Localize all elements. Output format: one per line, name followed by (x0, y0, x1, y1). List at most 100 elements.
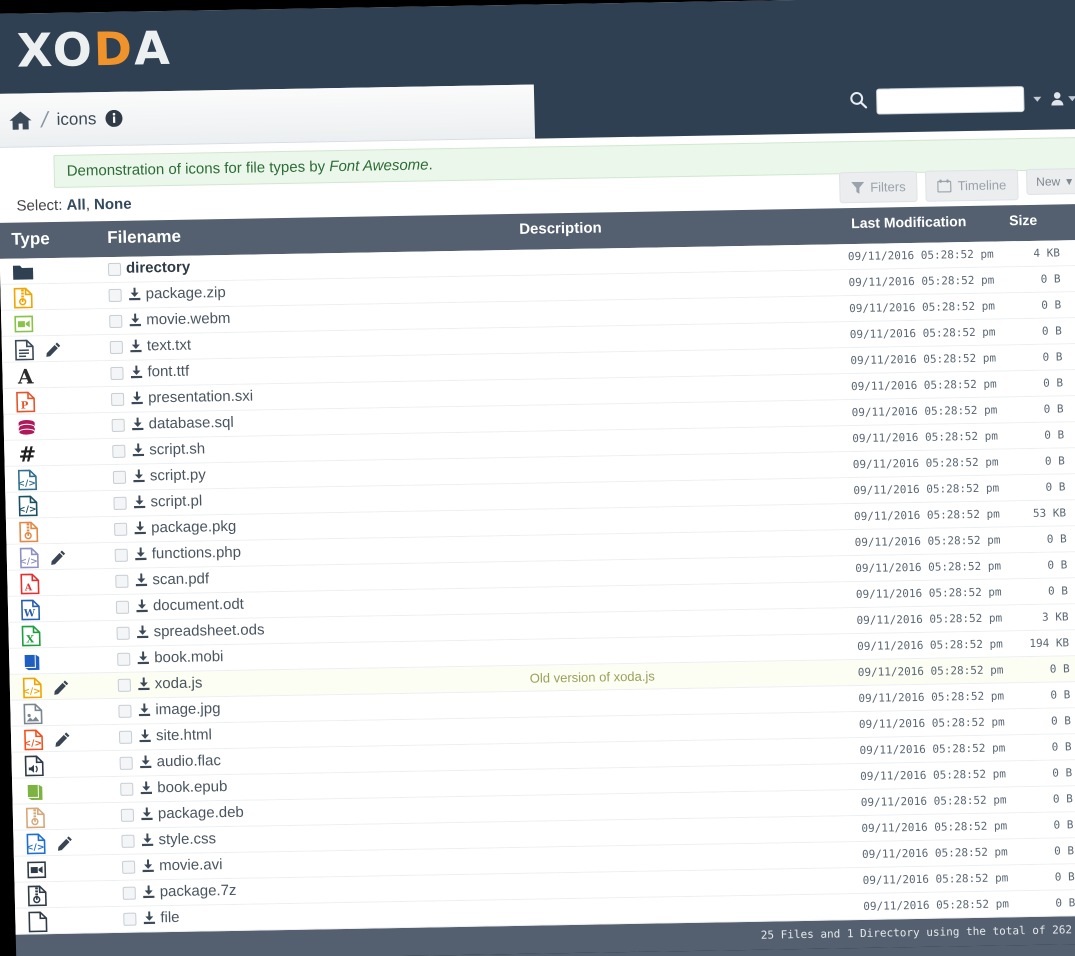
download-icon[interactable] (129, 313, 141, 331)
column-header-filename[interactable]: Filename (107, 227, 181, 248)
row-checkbox[interactable] (109, 314, 123, 329)
download-icon[interactable] (133, 469, 145, 487)
file-name-link[interactable]: text.txt (147, 337, 192, 355)
row-checkbox[interactable] (112, 444, 126, 458)
column-header-last-modification[interactable]: Last Modification (851, 213, 966, 231)
download-icon[interactable] (136, 625, 149, 643)
file-name-link[interactable]: audio.flac (156, 752, 221, 770)
download-icon[interactable] (140, 781, 153, 799)
user-menu-button[interactable] (1050, 91, 1075, 106)
file-name-link[interactable]: book.epub (157, 778, 227, 796)
row-checkbox[interactable] (117, 678, 132, 692)
file-name-link[interactable]: directory (126, 259, 191, 277)
download-icon[interactable] (135, 573, 148, 591)
file-name-link[interactable]: book.mobi (154, 648, 224, 666)
select-all-link[interactable]: All (66, 196, 86, 213)
download-icon[interactable] (131, 391, 143, 409)
file-name-link[interactable]: movie.avi (159, 856, 223, 874)
edit-pencil-icon[interactable] (51, 550, 66, 570)
row-checkbox[interactable] (110, 366, 124, 381)
breadcrumb-current-folder[interactable]: icons (56, 109, 96, 130)
row-checkbox[interactable] (120, 808, 135, 822)
download-icon[interactable] (128, 287, 141, 305)
file-name-link[interactable]: site.html (156, 726, 212, 744)
search-icon[interactable] (849, 90, 868, 113)
file-name-link[interactable]: font.ttf (147, 363, 189, 381)
row-checkbox[interactable] (118, 704, 132, 718)
file-name-link[interactable]: style.css (158, 830, 216, 848)
file-name-link[interactable]: movie.webm (146, 310, 231, 328)
row-checkbox[interactable] (115, 574, 129, 588)
file-name-link[interactable]: script.py (150, 466, 206, 484)
row-checkbox[interactable] (109, 340, 124, 355)
new-button[interactable]: New ▾ (1025, 168, 1075, 196)
download-icon[interactable] (137, 651, 149, 669)
file-name-link[interactable]: database.sql (148, 414, 233, 432)
row-checkbox[interactable] (122, 886, 136, 900)
download-icon[interactable] (132, 443, 145, 461)
file-name-link[interactable]: presentation.sxi (148, 388, 253, 407)
download-icon[interactable] (132, 417, 144, 435)
download-icon[interactable] (138, 703, 151, 721)
file-name-link[interactable]: script.pl (150, 492, 202, 510)
file-name-link[interactable]: xoda.js (155, 674, 203, 692)
column-header-description[interactable]: Description (519, 219, 602, 237)
chevron-down-icon[interactable] (1033, 96, 1042, 102)
row-checkbox[interactable] (123, 912, 137, 926)
file-name-link[interactable]: package.pkg (151, 518, 236, 536)
file-name-link[interactable]: spreadsheet.ods (153, 621, 264, 640)
file-name-link[interactable]: scan.pdf (152, 570, 209, 588)
row-checkbox[interactable] (108, 288, 122, 303)
file-name-link[interactable]: image.jpg (155, 700, 220, 718)
row-checkbox[interactable] (119, 756, 133, 770)
download-icon[interactable] (130, 365, 143, 383)
download-icon[interactable] (142, 859, 154, 877)
row-checkbox[interactable] (112, 470, 127, 484)
row-checkbox[interactable] (121, 860, 136, 874)
row-checkbox[interactable] (111, 418, 125, 432)
row-checkbox[interactable] (121, 834, 135, 848)
row-checkbox[interactable] (113, 496, 127, 510)
download-icon[interactable] (135, 547, 147, 565)
edit-pencil-icon[interactable] (46, 342, 61, 362)
home-icon[interactable] (8, 109, 33, 131)
download-icon[interactable] (134, 521, 146, 539)
column-header-size[interactable]: Size (1009, 212, 1037, 228)
file-description[interactable]: Old version of xoda.js (530, 669, 655, 686)
row-checkbox[interactable] (114, 522, 128, 536)
search-input[interactable] (876, 86, 1025, 115)
download-icon[interactable] (140, 755, 152, 773)
download-icon[interactable] (138, 677, 150, 695)
xoda-logo[interactable]: XODA (16, 21, 172, 78)
edit-pencil-icon[interactable] (57, 836, 72, 856)
file-name-link[interactable]: script.sh (149, 440, 205, 458)
download-icon[interactable] (130, 339, 142, 357)
row-checkbox[interactable] (118, 730, 133, 744)
download-icon[interactable] (143, 885, 155, 903)
row-checkbox[interactable] (115, 600, 130, 614)
row-checkbox[interactable] (116, 626, 130, 640)
download-icon[interactable] (141, 807, 153, 825)
row-checkbox[interactable] (110, 392, 125, 407)
row-checkbox[interactable] (117, 652, 131, 666)
file-name-link[interactable]: file (160, 909, 180, 926)
info-icon[interactable] (105, 109, 123, 127)
file-name-link[interactable]: package.deb (158, 804, 244, 822)
row-checkbox[interactable] (107, 262, 122, 277)
download-icon[interactable] (133, 495, 146, 513)
file-name-link[interactable]: document.odt (153, 596, 244, 615)
download-icon[interactable] (143, 911, 156, 929)
download-icon[interactable] (139, 729, 151, 747)
row-checkbox[interactable] (114, 548, 128, 562)
timeline-button[interactable]: Timeline (925, 169, 1019, 202)
column-header-type[interactable]: Type (11, 229, 50, 250)
filters-button[interactable]: Filters (838, 170, 918, 204)
file-name-link[interactable]: package.zip (145, 284, 225, 302)
select-none-link[interactable]: None (94, 196, 132, 214)
file-name-link[interactable]: functions.php (152, 544, 242, 563)
edit-pencil-icon[interactable] (55, 732, 70, 752)
download-icon[interactable] (136, 599, 148, 617)
row-checkbox[interactable] (120, 782, 134, 796)
file-name-link[interactable]: package.7z (160, 882, 237, 900)
edit-pencil-icon[interactable] (54, 680, 69, 700)
